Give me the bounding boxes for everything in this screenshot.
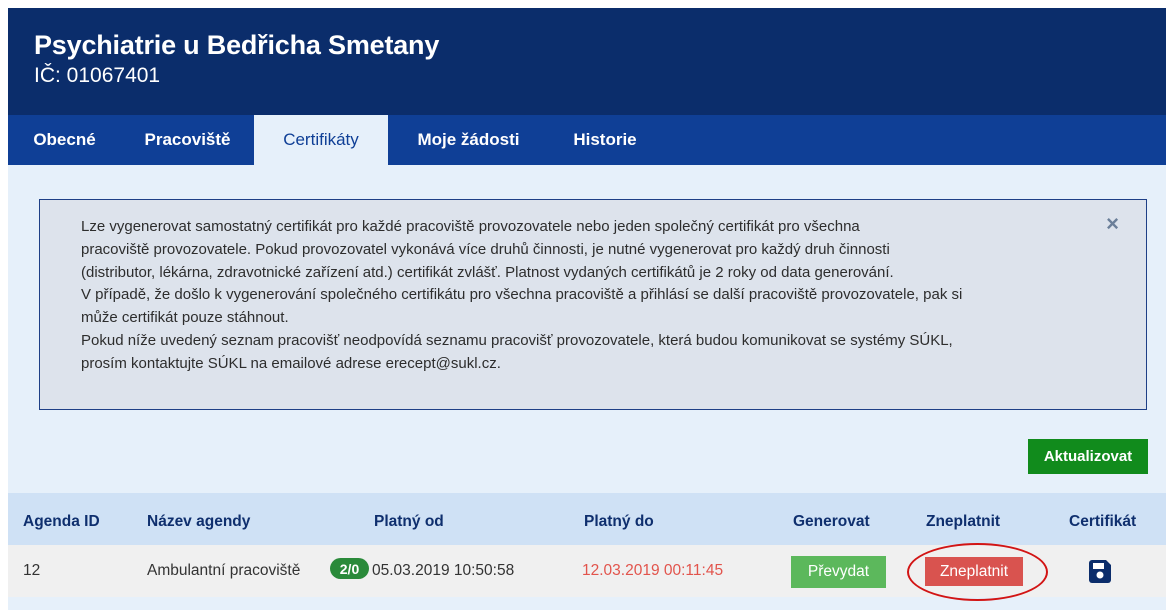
tab-historie[interactable]: Historie bbox=[549, 115, 661, 165]
cell-name: Ambulantní pracoviště bbox=[147, 562, 301, 579]
count-badge: 2/0 bbox=[330, 558, 369, 579]
invalidate-button[interactable]: Zneplatnit bbox=[925, 557, 1023, 586]
alert-line: (distributor, lékárna, zdravotnické zaří… bbox=[81, 263, 894, 281]
col-valid-to[interactable]: Platný do bbox=[584, 513, 654, 531]
table-row: 12 Ambulantní pracoviště 2/0 05.03.2019 … bbox=[8, 543, 1166, 601]
alert-line: pracoviště provozovatele. Pokud provozov… bbox=[81, 240, 890, 258]
tab-moje-zadosti[interactable]: Moje žádosti bbox=[388, 115, 549, 165]
alert-line: Lze vygenerovat samostatný certifikát pr… bbox=[81, 218, 860, 235]
alert-line: V případě, že došlo k vygenerování spole… bbox=[81, 286, 963, 304]
col-valid-from[interactable]: Platný od bbox=[374, 513, 444, 531]
tab-certifikaty[interactable]: Certifikáty bbox=[254, 115, 388, 165]
col-generate: Generovat bbox=[793, 513, 870, 530]
table-header: Agenda ID Název agendy Platný od Platný … bbox=[8, 493, 1166, 545]
app-window: Psychiatrie u Bedřicha Smetany IČ: 01067… bbox=[8, 8, 1166, 610]
tab-pracoviste[interactable]: Pracoviště bbox=[121, 115, 254, 165]
floppy-disk-icon[interactable] bbox=[1089, 560, 1111, 583]
col-invalidate: Zneplatnit bbox=[926, 513, 1001, 530]
col-certificate: Certifikát bbox=[1069, 513, 1137, 530]
page-header: Psychiatrie u Bedřicha Smetany IČ: 01067… bbox=[8, 8, 1166, 115]
tab-obecne[interactable]: Obecné bbox=[8, 115, 121, 165]
col-name[interactable]: Název agendy bbox=[147, 513, 250, 531]
alert-line: prosím kontaktujte SÚKL na emailové adre… bbox=[81, 354, 501, 372]
cell-agenda-id: 12 bbox=[23, 562, 41, 579]
cell-valid-to: 12.03.2019 00:11:45 bbox=[582, 562, 724, 579]
alert-line: Pokud níže uvedený seznam pracovišť neod… bbox=[81, 331, 953, 349]
tab-bar: Obecné Pracoviště Certifikáty Moje žádos… bbox=[8, 115, 1166, 165]
cell-valid-from: 05.03.2019 10:50:58 bbox=[372, 562, 515, 579]
refresh-button[interactable]: Aktualizovat bbox=[1028, 439, 1148, 474]
page-title: Psychiatrie u Bedřicha Smetany bbox=[34, 30, 440, 60]
col-agenda-id[interactable]: Agenda ID bbox=[23, 513, 100, 531]
alert-line: může certifikát pouze stáhnout. bbox=[81, 309, 289, 327]
reissue-button[interactable]: Převydat bbox=[791, 556, 886, 588]
close-icon[interactable]: × bbox=[1106, 212, 1119, 236]
company-id: IČ: 01067401 bbox=[34, 64, 161, 87]
info-alert: × Lze vygenerovat samostatný certifikát … bbox=[39, 199, 1147, 410]
